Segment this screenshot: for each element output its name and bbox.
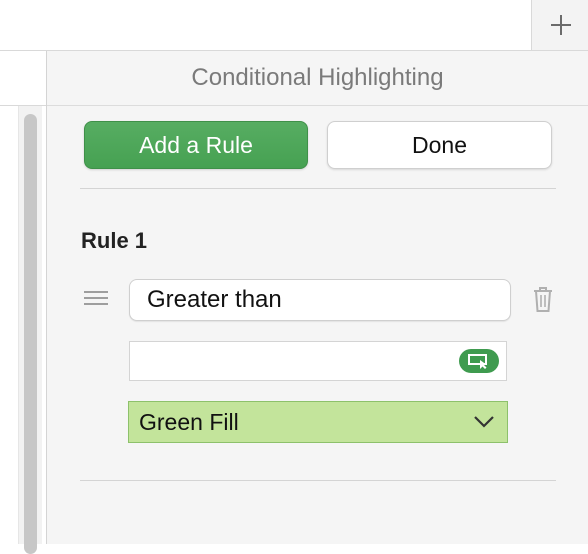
top-toolbar [0,0,588,51]
condition-label: Greater than [147,286,282,313]
highlight-style-label: Green Fill [139,408,239,435]
section-divider [80,188,556,189]
value-input[interactable] [129,341,507,381]
section-divider-bottom [80,480,556,481]
condition-select[interactable]: Greater than [129,279,511,321]
spreadsheet-area [0,51,46,554]
format-sidebar: Conditional Highlighting Add a Rule Done… [47,51,588,544]
drag-handle-icon[interactable] [84,291,108,307]
panel-title: Conditional Highlighting [47,51,588,106]
plus-icon [550,15,571,35]
trash-icon[interactable] [531,285,555,313]
highlight-style-select[interactable]: Green Fill [128,401,508,443]
scrollbar-thumb[interactable] [24,114,37,554]
done-button[interactable]: Done [327,121,552,169]
cell-reference-button[interactable] [459,349,499,373]
add-sheet-button[interactable] [531,0,588,50]
chevron-down-icon [474,416,494,428]
add-rule-button[interactable]: Add a Rule [84,121,308,169]
cell-reference-icon [468,354,487,369]
rule-title: Rule 1 [81,228,148,253]
